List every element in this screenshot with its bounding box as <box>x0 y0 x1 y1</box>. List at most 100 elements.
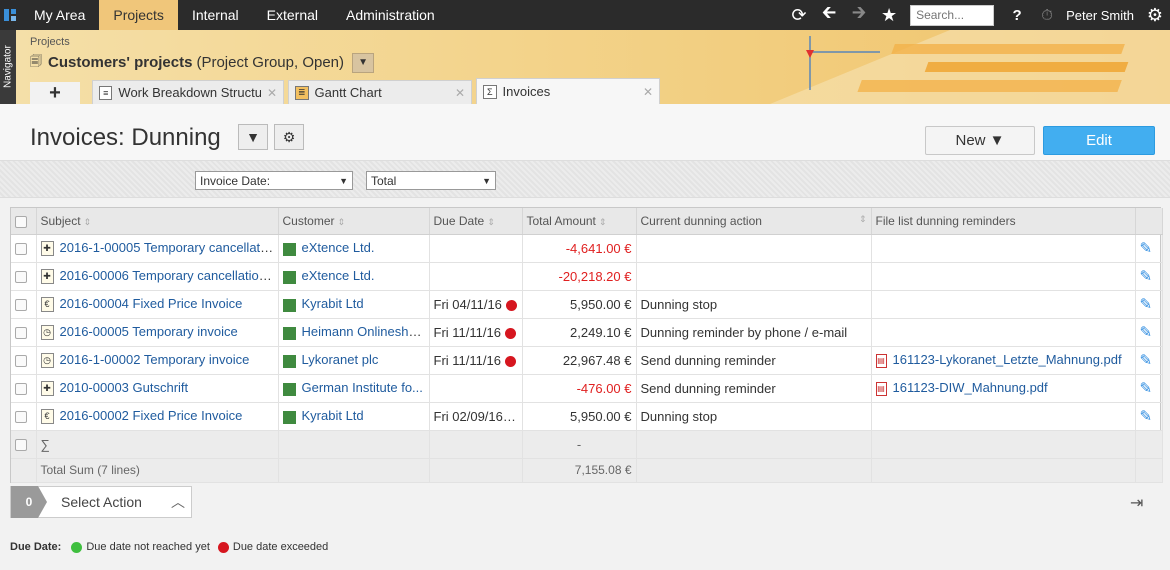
row-checkbox[interactable] <box>15 271 27 284</box>
close-icon[interactable]: ✕ <box>643 85 653 99</box>
chevron-up-icon[interactable]: ︿ <box>171 492 185 512</box>
column-header-customer[interactable]: Customer ⇕ <box>278 208 430 235</box>
date-range-select[interactable]: Total ▼ <box>366 171 496 190</box>
select-all-checkbox[interactable] <box>11 208 37 235</box>
row-checkbox[interactable] <box>15 355 27 368</box>
nav-tab-external[interactable]: External <box>253 0 332 30</box>
edit-row-icon[interactable]: ✎ <box>1140 296 1153 313</box>
new-button[interactable]: New ▼ <box>925 126 1035 155</box>
pdf-icon: ▤ <box>875 381 887 396</box>
customer-link[interactable]: German Institute fo... <box>302 380 423 395</box>
tab-invoices[interactable]: Σ Invoices ✕ <box>476 78 660 104</box>
nav-tab-my-area[interactable]: My Area <box>20 0 99 30</box>
table-row[interactable]: ✚ 2010-00003 Gutschrift German Institute … <box>11 374 1163 403</box>
close-icon[interactable]: ✕ <box>455 86 465 100</box>
column-header-file-list[interactable]: File list dunning reminders <box>871 208 1136 235</box>
customer-link[interactable]: Heimann Onlinesho... <box>302 324 427 339</box>
nav-tab-internal[interactable]: Internal <box>178 0 253 30</box>
search-input[interactable] <box>910 4 995 26</box>
tab-work-breakdown-structure[interactable]: ≡ Work Breakdown Structure ✕ <box>92 80 284 104</box>
customer-building-icon <box>282 270 296 284</box>
help-icon[interactable]: ? <box>1002 0 1032 30</box>
page-title: Invoices: Dunning <box>30 124 221 151</box>
column-header-due-date[interactable]: Due Date ⇕ <box>429 208 523 235</box>
row-checkbox[interactable] <box>15 299 27 312</box>
user-menu[interactable]: Peter Smith <box>1066 8 1134 23</box>
edit-row-icon[interactable]: ✎ <box>1140 380 1153 397</box>
edit-button[interactable]: Edit <box>1043 126 1155 155</box>
customer-building-icon <box>282 242 296 256</box>
file-cell <box>871 234 1136 263</box>
customer-link[interactable]: eXtence Ltd. <box>302 268 375 283</box>
sum-row: ∑ - <box>11 430 1163 459</box>
dunning-file-link[interactable]: 161123-Lykoranet_Letzte_Mahnung.pdf <box>893 352 1122 367</box>
nav-tab-projects[interactable]: Projects <box>99 0 178 30</box>
sum-row-checkbox[interactable] <box>15 439 27 452</box>
table-row[interactable]: ◷ 2016-1-00002 Temporary invoice Lykorane… <box>11 346 1163 375</box>
date-field-select[interactable]: Invoice Date: ▼ <box>195 171 353 190</box>
file-cell <box>871 290 1136 319</box>
nav-tab-administration[interactable]: Administration <box>332 0 449 30</box>
select-action-menu[interactable]: 0 Select Action ︿ <box>10 486 192 518</box>
due-not-reached-icon <box>71 541 83 553</box>
customer-link[interactable]: eXtence Ltd. <box>302 240 375 255</box>
tab-gantt-chart[interactable]: ≣ Gantt Chart ✕ <box>288 80 472 104</box>
invoice-subject-link[interactable]: 2016-00002 Fixed Price Invoice <box>60 408 243 423</box>
dunning-action-cell: Send dunning reminder <box>636 346 872 375</box>
pdf-icon: ▤ <box>875 353 887 368</box>
table-row[interactable]: €2016-00002 Fixed Price Invoice Kyrabit … <box>11 402 1163 431</box>
customer-link[interactable]: Kyrabit Ltd <box>302 408 364 423</box>
invoice-subject-link[interactable]: 2016-00006 Temporary cancellation... <box>60 268 277 283</box>
table-row[interactable]: €2016-00004 Fixed Price Invoice Kyrabit … <box>11 290 1163 319</box>
breadcrumb[interactable]: Projects <box>30 36 70 48</box>
close-icon[interactable]: ✕ <box>267 86 277 100</box>
row-checkbox[interactable] <box>15 243 27 256</box>
edit-row-icon[interactable]: ✎ <box>1140 240 1153 257</box>
table-row[interactable]: ✚ 2016-00006 Temporary cancellation... eX… <box>11 262 1163 291</box>
amount-cell: -4,641.00 € <box>522 234 637 263</box>
date-range-value: Total <box>371 173 397 188</box>
customer-link[interactable]: Kyrabit Ltd <box>302 296 364 311</box>
refresh-icon[interactable]: ⟳ <box>784 0 814 30</box>
settings-gear-icon[interactable]: ⚙ <box>1140 0 1170 30</box>
invoice-euro-icon: € <box>40 297 54 313</box>
column-header-subject[interactable]: Subject ⇕ <box>36 208 279 235</box>
view-settings-gear-icon[interactable]: ⚙ <box>274 124 304 150</box>
due-date-cell: Fri 11/11/16 <box>429 346 523 375</box>
invoice-subject-link[interactable]: 2016-00004 Fixed Price Invoice <box>60 296 243 311</box>
app-logo-icon[interactable] <box>0 0 20 30</box>
row-checkbox[interactable] <box>15 411 27 424</box>
back-arrow-icon[interactable]: 🡰 <box>814 0 844 30</box>
invoices-grid: Subject ⇕ Customer ⇕ Due Date ⇕ Total Amoun… <box>10 207 1163 483</box>
invoice-subject-link[interactable]: 2016-1-00005 Temporary cancellati... <box>60 240 274 255</box>
invoice-subject-link[interactable]: 2010-00003 Gutschrift <box>60 380 189 395</box>
forward-arrow-icon[interactable]: 🡲 <box>844 0 874 30</box>
edit-row-icon[interactable]: ✎ <box>1140 324 1153 341</box>
project-menu-dropdown[interactable]: ▼ <box>352 52 375 73</box>
project-banner: Projects 🗐 Customers' projects (Project … <box>16 30 1170 104</box>
export-icon[interactable]: ⇥ <box>1130 493 1143 513</box>
file-cell <box>871 318 1136 347</box>
table-row[interactable]: ✚ 2016-1-00005 Temporary cancellati... eX… <box>11 234 1163 263</box>
edit-row-icon[interactable]: ✎ <box>1140 352 1153 369</box>
add-tab-button[interactable]: + <box>30 82 80 104</box>
column-header-dunning-action[interactable]: Current dunning action ⇕ <box>636 208 872 235</box>
invoice-subject-link[interactable]: 2016-00005 Temporary invoice <box>60 324 238 339</box>
edit-row-icon[interactable]: ✎ <box>1140 268 1153 285</box>
top-navbar: My Area Projects Internal External Admin… <box>0 0 1170 30</box>
row-checkbox[interactable] <box>15 383 27 396</box>
dunning-action-cell <box>636 234 872 263</box>
table-row[interactable]: ◷ 2016-00005 Temporary invoice Heimann On… <box>11 318 1163 347</box>
invoice-subject-link[interactable]: 2016-1-00002 Temporary invoice <box>60 352 250 367</box>
column-header-total-amount[interactable]: Total Amount ⇕ <box>522 208 637 235</box>
favorites-star-icon[interactable]: ★ <box>874 0 904 30</box>
row-checkbox[interactable] <box>15 327 27 340</box>
view-dropdown-button[interactable]: ▼ <box>238 124 268 150</box>
customer-building-icon <box>282 382 296 396</box>
edit-row-icon[interactable]: ✎ <box>1140 408 1153 425</box>
dunning-file-link[interactable]: 161123-DIW_Mahnung.pdf <box>893 380 1048 395</box>
amount-cell: -20,218.20 € <box>522 262 637 291</box>
stopwatch-icon[interactable]: ⏱ <box>1032 0 1062 30</box>
customer-link[interactable]: Lykoranet plc <box>302 352 379 367</box>
navigator-toggle[interactable]: Navigator <box>0 30 16 104</box>
